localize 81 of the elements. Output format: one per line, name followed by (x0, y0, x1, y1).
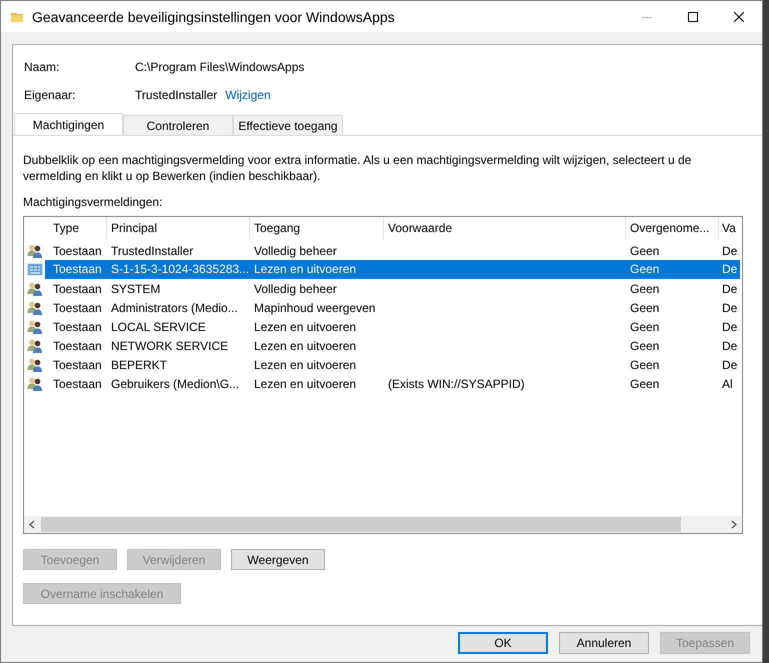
table-row[interactable]: Toestaan LOCAL SERVICE Lezen en uitvoeren Geen De (24, 317, 742, 336)
scrollbar-thumb[interactable] (41, 517, 681, 532)
table-cell: Lezen en uitvoeren (250, 260, 384, 279)
table-row[interactable]: Toestaan BEPERKT Lezen en uitvoeren Geen De (24, 355, 742, 374)
table-cell-text: Toestaan (52, 244, 103, 258)
field-label: Naam: (24, 60, 60, 74)
users-icon (27, 338, 43, 354)
tab[interactable]: Machtigingen (14, 113, 123, 135)
table-cell-text: Toestaan (52, 282, 103, 296)
users-icon (27, 356, 43, 372)
table-cell-text: De (721, 300, 738, 314)
column-header[interactable]: Voorwaarde (384, 217, 626, 239)
table-cell-text: De (721, 338, 738, 352)
maximize-icon (688, 12, 698, 22)
users-icon (27, 242, 43, 258)
table-cell-text: Geen (629, 244, 660, 258)
table-cell: Toestaan (45, 260, 107, 279)
table-row[interactable]: Toestaan NETWORK SERVICE Lezen en uitvoeren Geen De (24, 336, 742, 355)
action-button[interactable]: Weergeven (231, 549, 325, 570)
table-cell-text: Geen (629, 320, 660, 334)
table-cell-text: Toestaan (52, 300, 103, 314)
table-cell-text: Volledig beheer (253, 282, 338, 296)
table-cell-text: Toestaan (52, 358, 103, 372)
table-cell-text: De (721, 244, 738, 258)
column-header[interactable]: Type (49, 217, 107, 239)
table-cell-text: LOCAL SERVICE (110, 320, 207, 334)
table-cell-text: Geen (629, 338, 660, 352)
table-cell-text: Mapinhoud weergeven (253, 300, 376, 314)
table-cell-text: Toestaan (52, 320, 103, 334)
table-cell: S-1-15-3-1024-3635283... (107, 260, 250, 279)
table-cell-text: Lezen en uitvoeren (253, 338, 358, 352)
table-cell-text: Lezen en uitvoeren (253, 358, 358, 372)
change-link[interactable]: Wijzigen (225, 88, 271, 102)
tab[interactable]: Effectieve toegang (233, 115, 343, 135)
users-icon (27, 280, 43, 296)
table-cell-text: Geen (629, 282, 660, 296)
table-cell-text: Volledig beheer (253, 244, 338, 258)
table-cell: De (719, 260, 740, 279)
table-cell-text: (Exists WIN://SYSAPPID) (387, 376, 526, 390)
table-cell-text: Toestaan (52, 338, 103, 352)
table-cell-text: Gebruikers (Medion\G... (110, 376, 240, 390)
users-icon (27, 300, 43, 316)
column-header[interactable]: Principal (107, 217, 250, 239)
users-icon (27, 376, 43, 392)
dialog-button[interactable]: Annuleren (559, 632, 649, 654)
field-value: TrustedInstaller (135, 88, 218, 102)
dialog-button[interactable]: OK (458, 632, 548, 654)
field-label: Eigenaar: (24, 88, 76, 102)
column-header[interactable]: Va (719, 217, 740, 239)
column-header[interactable]: Overgenome... (626, 217, 719, 239)
table-cell-text: SYSTEM (110, 282, 162, 296)
table-cell-text: NETWORK SERVICE (110, 338, 230, 352)
table-cell-text: De (721, 358, 738, 372)
description-text: Dubbelklik op een machtigingsvermelding voor extra informatie. Als u een machtigingsvermelding wilt wijzigen, selecteert u de vermelding en klikt u op Bewerken (indien beschikbaar). (23, 152, 692, 184)
tab[interactable]: Controleren (123, 115, 233, 135)
table-cell-text: Geen (629, 376, 660, 390)
table-cell: Geen (626, 260, 719, 279)
column-header[interactable]: Toegang (250, 217, 384, 239)
table-cell-text: Toestaan (52, 376, 103, 390)
table-cell-text: Al (721, 376, 734, 390)
field-value: C:\Program Files\WindowsApps (135, 60, 304, 74)
table-cell-text: Administrators (Medio... (110, 300, 239, 314)
table-cell-text: Geen (629, 300, 660, 314)
table-row[interactable]: Toestaan Gebruikers (Medion\G... Lezen en uitvoeren (Exists WIN://SYSAPPID) Geen Al (24, 374, 742, 393)
table-row[interactable]: Toestaan Administrators (Medio... Mapinhoud weergeven Geen De (24, 298, 742, 317)
window-title: Geavanceerde beveiligingsinstellingen voor WindowsApps (32, 8, 396, 24)
app-icon (27, 262, 43, 278)
users-icon (27, 318, 43, 334)
horizontal-scrollbar[interactable] (24, 516, 742, 533)
table-cell-text: De (721, 282, 738, 296)
table-cell-text: BEPERKT (110, 358, 168, 372)
close-icon (734, 12, 744, 22)
table-cell-text: Lezen en uitvoeren (253, 320, 358, 334)
table-cell-text: De (721, 320, 738, 334)
list-label: Machtigingsvermeldingen: (23, 195, 164, 209)
table-row[interactable]: Toestaan S-1-15-3-1024-3635283... Lezen en uitvoeren Geen De (24, 260, 742, 279)
table-cell-text: Lezen en uitvoeren (253, 376, 358, 390)
table-cell-text: Geen (629, 358, 660, 372)
table-row[interactable]: Toestaan SYSTEM Volledig beheer Geen De (24, 279, 742, 298)
table-cell-text: TrustedInstaller (110, 244, 194, 258)
table-row[interactable]: Toestaan TrustedInstaller Volledig beheer Geen De (24, 241, 742, 260)
